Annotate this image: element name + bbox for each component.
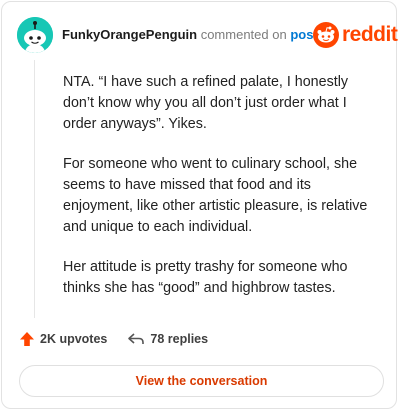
reddit-logo-icon xyxy=(313,22,339,48)
comment-actions: 2K upvotes 78 replies xyxy=(19,331,208,347)
replies-button[interactable]: 78 replies xyxy=(127,331,208,347)
view-conversation-button[interactable]: View the conversation xyxy=(19,365,384,397)
snoo-avatar-icon[interactable] xyxy=(17,17,53,53)
reply-count: 78 replies xyxy=(150,332,209,346)
upvote-count: 2K upvotes xyxy=(40,332,108,346)
comment-paragraph: Her attitude is pretty trashy for someon… xyxy=(63,259,348,296)
thread-line xyxy=(34,60,35,318)
comment-header: FunkyOrangePenguin commented on post xyxy=(62,26,318,44)
comment-paragraph: NTA. “I have such a refined palate, I ho… xyxy=(63,74,349,132)
comment-card: FunkyOrangePenguin commented on post red… xyxy=(1,1,398,409)
reddit-brand[interactable]: reddit xyxy=(313,21,398,49)
comment-paragraph: For someone who went to culinary school,… xyxy=(63,156,368,235)
reply-arrow-icon xyxy=(128,333,145,344)
comment-body: NTA. “I have such a refined palate, I ho… xyxy=(63,72,381,318)
username[interactable]: FunkyOrangePenguin xyxy=(62,27,197,42)
upvote-button[interactable]: 2K upvotes xyxy=(19,331,107,347)
action-text: commented on xyxy=(200,27,287,42)
upvote-arrow-icon xyxy=(20,332,34,346)
brand-name: reddit xyxy=(342,23,398,46)
